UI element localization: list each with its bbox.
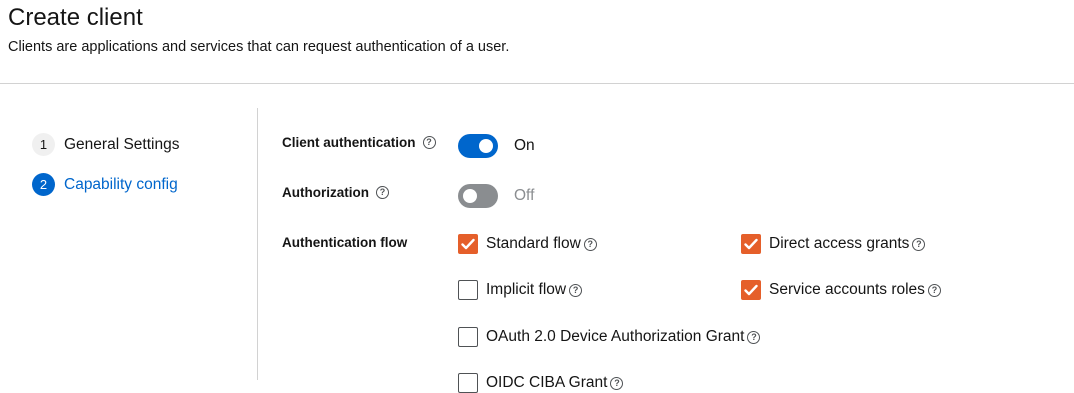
step-label: General Settings <box>64 135 180 153</box>
client-authentication-state: On <box>514 137 535 154</box>
standard-flow-option[interactable]: Standard flow ? <box>458 234 597 254</box>
step-number: 2 <box>32 173 55 196</box>
help-circle-icon[interactable]: ? <box>376 186 389 199</box>
help-circle-icon[interactable]: ? <box>569 283 583 297</box>
authorization-state: Off <box>514 187 535 204</box>
help-circle-icon[interactable]: ? <box>583 237 597 251</box>
authorization-switch[interactable] <box>458 184 498 208</box>
direct-access-grants-checkbox[interactable] <box>741 234 761 254</box>
help-circle-icon[interactable]: ? <box>422 136 436 149</box>
help-circle-icon[interactable]: ? <box>927 283 941 297</box>
standard-flow-checkbox[interactable] <box>458 234 478 254</box>
step-label: Capability config <box>64 175 178 193</box>
authentication-flow-label: Authentication flow <box>282 235 407 250</box>
oauth-device-authorization-grant-checkbox[interactable] <box>458 327 478 347</box>
switch-knob <box>479 139 493 153</box>
authorization-label-text: Authorization <box>282 185 369 200</box>
client-authentication-label: Client authentication ? <box>282 135 436 150</box>
check-icon <box>461 238 475 250</box>
service-accounts-roles-checkbox[interactable] <box>741 280 761 300</box>
wizard-divider <box>257 108 258 380</box>
direct-access-grants-label: Direct access grants <box>769 235 910 252</box>
client-authentication-label-text: Client authentication <box>282 135 416 150</box>
check-icon <box>744 238 758 250</box>
authentication-flow-label-text: Authentication flow <box>282 235 408 250</box>
check-icon <box>744 284 758 296</box>
step-number: 1 <box>32 133 55 156</box>
help-circle-icon[interactable]: ? <box>610 376 624 390</box>
oidc-ciba-grant-label: OIDC CIBA Grant <box>486 374 608 391</box>
service-accounts-roles-label: Service accounts roles <box>769 281 925 298</box>
client-authentication-switch[interactable] <box>458 134 498 158</box>
implicit-flow-option[interactable]: Implicit flow ? <box>458 280 583 300</box>
wizard-step-general-settings[interactable]: 1 General Settings <box>32 133 179 156</box>
direct-access-grants-option[interactable]: Direct access grants ? <box>741 234 926 254</box>
help-circle-icon[interactable]: ? <box>747 330 761 344</box>
oidc-ciba-grant-option[interactable]: OIDC CIBA Grant ? <box>458 373 624 393</box>
switch-knob <box>463 189 477 203</box>
service-accounts-roles-option[interactable]: Service accounts roles ? <box>741 280 941 300</box>
help-circle-icon[interactable]: ? <box>912 237 926 251</box>
implicit-flow-label: Implicit flow <box>486 281 567 298</box>
wizard-step-capability-config[interactable]: 2 Capability config <box>32 173 178 196</box>
standard-flow-label: Standard flow <box>486 235 581 252</box>
header-divider <box>0 83 1074 84</box>
oauth-device-authorization-grant-option[interactable]: OAuth 2.0 Device Authorization Grant ? <box>458 327 761 347</box>
oidc-ciba-grant-checkbox[interactable] <box>458 373 478 393</box>
page-subtitle: Clients are applications and services th… <box>8 39 510 55</box>
implicit-flow-checkbox[interactable] <box>458 280 478 300</box>
oauth-device-authorization-grant-label: OAuth 2.0 Device Authorization Grant <box>486 328 745 345</box>
page-title: Create client <box>8 4 143 31</box>
authorization-label: Authorization ? <box>282 185 389 200</box>
